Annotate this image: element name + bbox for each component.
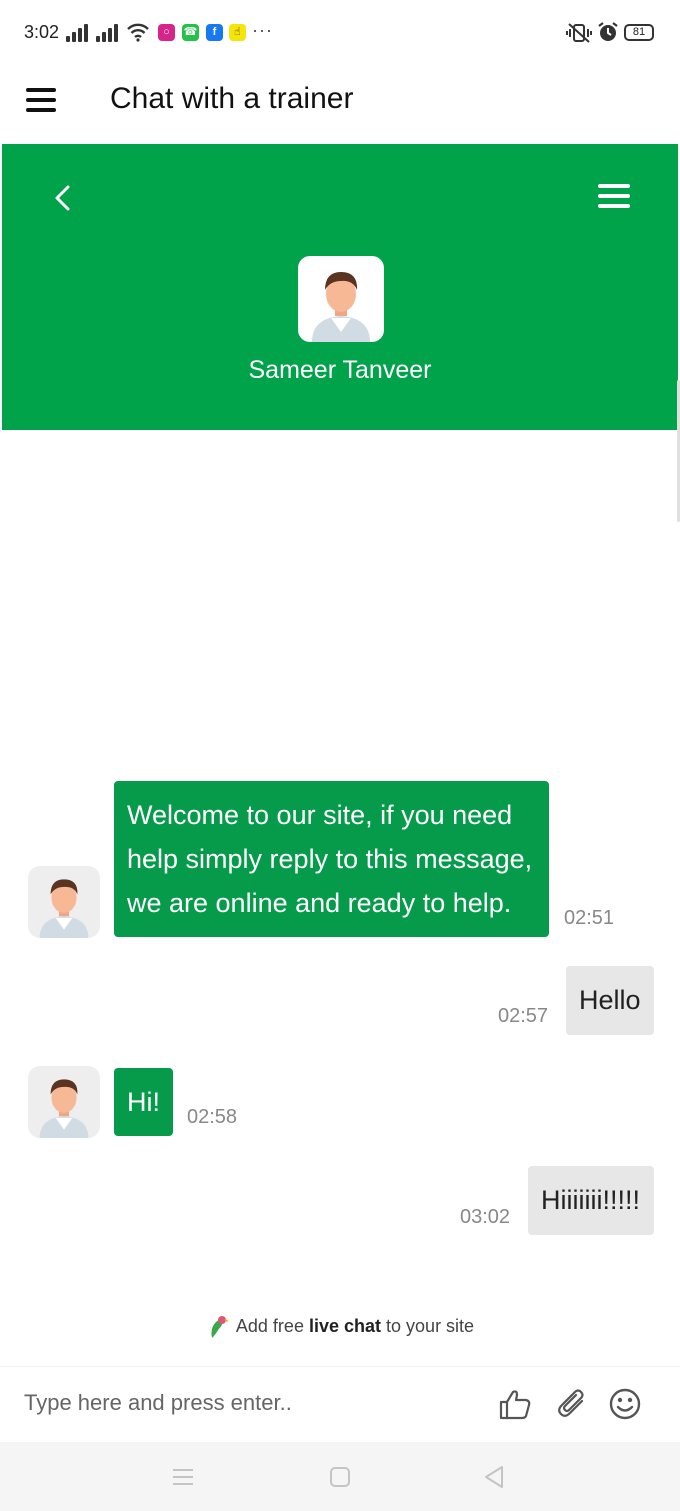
chat-menu-icon[interactable] <box>598 184 632 210</box>
message-input[interactable] <box>24 1383 464 1423</box>
message-time: 03:02 <box>460 1206 511 1228</box>
branding-suffix: to your site <box>386 1315 475 1336</box>
recents-menu-icon[interactable] <box>170 1464 196 1490</box>
hamburger-menu-icon[interactable] <box>26 88 58 112</box>
message-time: 02:57 <box>498 1005 549 1027</box>
snapchat-icon: ☝ <box>229 24 246 41</box>
attachment-paperclip-icon[interactable] <box>556 1387 590 1421</box>
page-title: Chat with a trainer <box>110 82 354 115</box>
user-message-bubble: Hiiiiiii!!!!! <box>528 1166 654 1235</box>
parrot-logo-icon <box>211 1316 229 1338</box>
battery-indicator: 81 <box>624 24 654 41</box>
app-header: Chat with a trainer <box>0 66 680 144</box>
message-time: 02:51 <box>564 907 615 929</box>
branding-prefix: Add free <box>235 1315 304 1336</box>
back-triangle-icon[interactable] <box>481 1464 507 1490</box>
agent-message-bubble: Welcome to our site, if you need help si… <box>114 781 549 937</box>
agent-avatar <box>298 256 384 342</box>
user-message-bubble: Hello <box>566 966 654 1035</box>
alarm-icon <box>598 22 618 41</box>
emoji-smiley-icon[interactable] <box>608 1387 642 1421</box>
signal-icon <box>96 24 120 42</box>
back-arrow-icon[interactable] <box>52 184 72 212</box>
facebook-icon: f <box>206 24 223 41</box>
signal-icon <box>66 24 90 42</box>
thumbs-up-icon[interactable] <box>498 1387 532 1421</box>
whatsapp-icon: ☎ <box>182 24 199 41</box>
agent-name: Sameer Tanveer <box>248 356 432 384</box>
live-chat-branding-link[interactable]: Add free live chat to your site <box>0 1314 680 1340</box>
agent-message-avatar <box>28 1066 100 1138</box>
branding-bold: live chat <box>308 1315 382 1336</box>
chat-header: Sameer Tanveer <box>2 144 678 430</box>
message-composer <box>0 1366 680 1442</box>
status-bar: 3:02 ○ ☎ f ☝ ··· 81 <box>0 0 680 66</box>
system-navigation-bar <box>0 1442 680 1511</box>
wifi-icon <box>127 23 149 42</box>
agent-message-avatar <box>28 866 100 938</box>
agent-message-bubble: Hi! <box>114 1068 173 1136</box>
status-time: 3:02 <box>24 22 60 42</box>
vibrate-icon <box>566 23 592 43</box>
message-time: 02:58 <box>187 1106 238 1128</box>
home-square-icon[interactable] <box>327 1464 353 1490</box>
more-notifications-icon: ··· <box>252 20 273 40</box>
instagram-icon: ○ <box>158 24 175 41</box>
